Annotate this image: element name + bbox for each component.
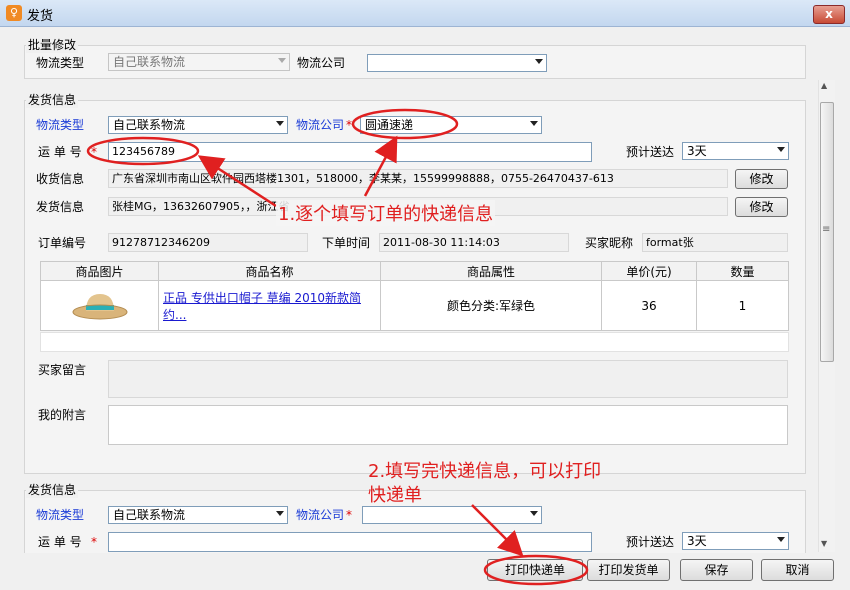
annotation-note2-line2: 快递单 — [368, 485, 422, 506]
arrow-to-company — [363, 135, 398, 197]
annotation-note1: 1.逐个填写订单的快递信息 — [276, 200, 496, 226]
annotation-note2-line1: 2.填写完快递信息，可以打印 — [368, 461, 602, 482]
highlight-print-ellipse — [483, 554, 589, 586]
highlight-company-ellipse — [351, 108, 459, 140]
highlight-waybill-ellipse — [86, 136, 200, 166]
annotation-overlay — [86, 108, 589, 586]
arrow-to-waybill — [197, 155, 277, 208]
arrow-to-print — [471, 504, 524, 557]
